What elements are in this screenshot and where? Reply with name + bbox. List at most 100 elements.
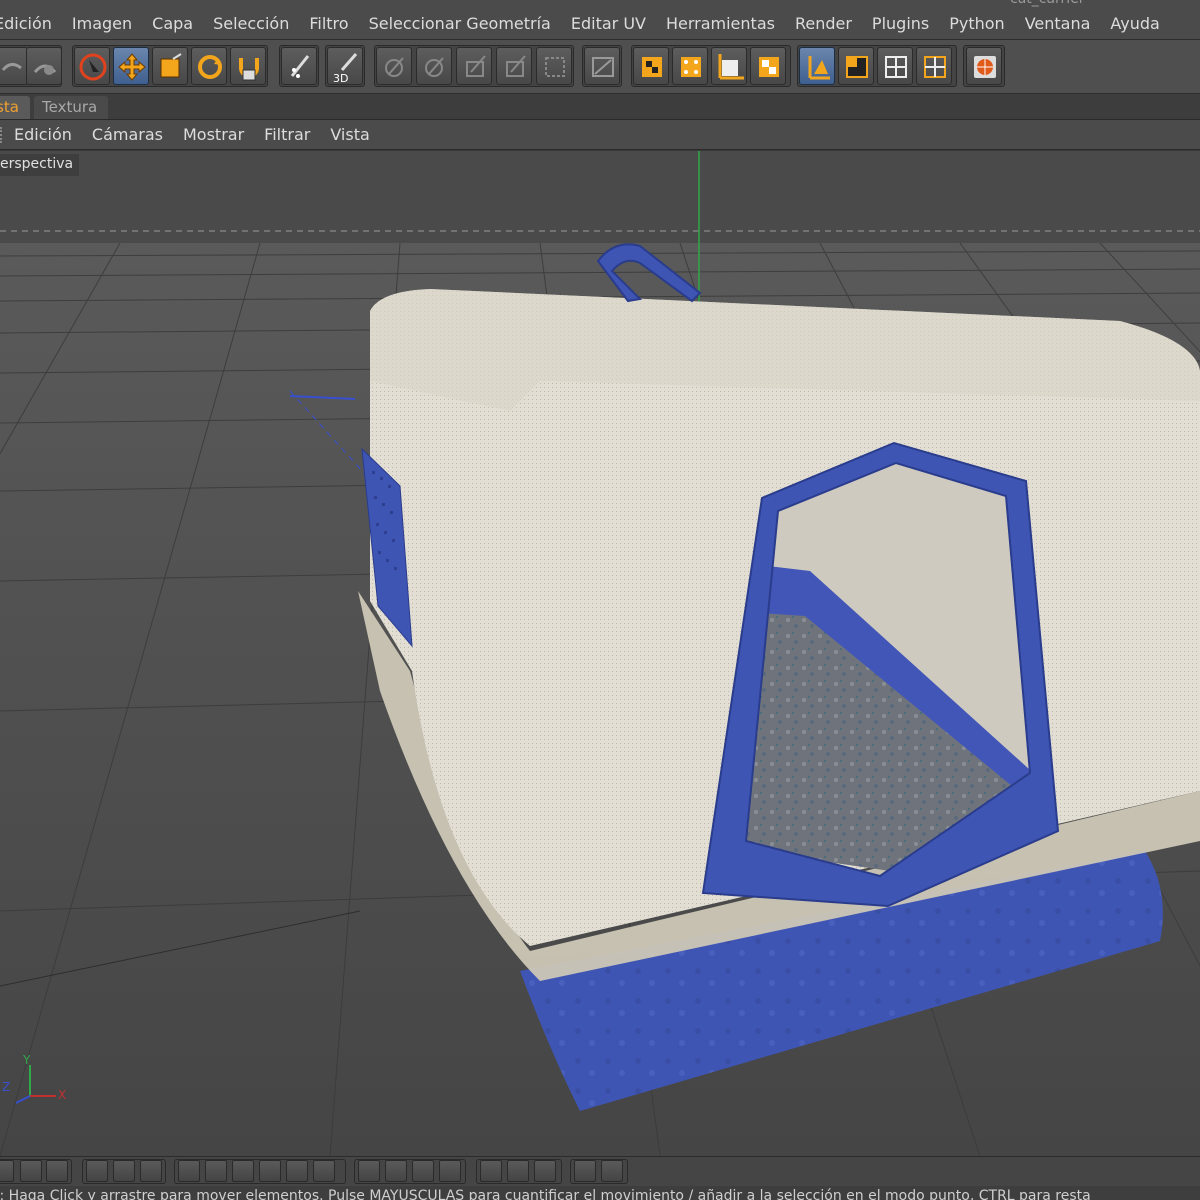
menu-python[interactable]: Python [939, 14, 1014, 33]
texture-axis-icon [239, 58, 259, 81]
uv-points-icon [718, 54, 744, 80]
bottom-tool-19-button[interactable] [534, 1160, 556, 1182]
viewport-menu-vista[interactable]: Vista [320, 125, 379, 144]
menu-ayuda[interactable]: Ayuda [1100, 14, 1169, 33]
window-title-bar: cat_carrier [0, 0, 1200, 8]
render-view-icon [974, 56, 996, 78]
texture-axis-button[interactable] [230, 47, 266, 85]
bottom-tool-7-button[interactable] [178, 1160, 200, 1182]
viewport-menu-camaras[interactable]: Cámaras [82, 125, 173, 144]
live-selection-button[interactable] [74, 47, 110, 85]
bottom-tool-5-button[interactable] [113, 1160, 135, 1182]
render-view-button[interactable] [966, 47, 1002, 85]
menu-ventana[interactable]: Ventana [1015, 14, 1101, 33]
rotate-button[interactable] [191, 47, 227, 85]
bottom-tool-9-button[interactable] [232, 1160, 254, 1182]
axis-x-label: X [58, 1088, 66, 1102]
bottom-tool-13-button[interactable] [358, 1160, 380, 1182]
bottom-tool-8-button[interactable] [205, 1160, 227, 1182]
viewport-menubar: Edición Cámaras Mostrar Filtrar Vista [0, 120, 1200, 150]
paint-3d-icon: 3D [333, 53, 358, 85]
brush-preset-2-button[interactable] [416, 47, 452, 85]
viewport-camera-label[interactable]: erspectiva [0, 154, 80, 176]
viewport-menu-filtrar[interactable]: Filtrar [254, 125, 320, 144]
bottom-tool-11-button[interactable] [286, 1160, 308, 1182]
checkerboard-icon [759, 57, 779, 77]
brush-icon [290, 55, 310, 78]
menu-herramientas[interactable]: Herramientas [656, 14, 785, 33]
scale-button[interactable] [152, 47, 188, 85]
bottom-tool-20-button[interactable] [574, 1160, 596, 1182]
status-bar: r: Haga Click y arrastre para mover elem… [0, 1186, 1200, 1200]
bottom-tool-17-button[interactable] [480, 1160, 502, 1182]
bottom-tool-21-button[interactable] [601, 1160, 623, 1182]
bottom-tool-1-button[interactable] [0, 1160, 14, 1182]
brush-preset-1-icon [385, 57, 404, 77]
bottom-tool-4-button[interactable] [86, 1160, 108, 1182]
bottom-tool-16-button[interactable] [439, 1160, 461, 1182]
paint-3d-button[interactable]: 3D [327, 47, 363, 85]
texture-mode-button[interactable] [633, 47, 669, 85]
tab-vista[interactable]: sta [0, 96, 30, 119]
brush-preset-3-icon [466, 55, 486, 77]
svg-text:3D: 3D [333, 72, 348, 85]
scene-canvas[interactable] [0, 151, 1200, 1156]
brush-preset-4-icon [506, 55, 526, 77]
bottom-tool-18-button[interactable] [507, 1160, 529, 1182]
object-axis-icon [808, 56, 830, 80]
redo-icon [33, 64, 57, 75]
status-text: r: Haga Click y arrastre para mover elem… [0, 1188, 1091, 1200]
axis-z-label: Z [2, 1080, 10, 1094]
perspective-viewport[interactable]: erspectiva Y Z X [0, 151, 1200, 1156]
live-selection-icon [79, 53, 107, 81]
menu-editar-uv[interactable]: Editar UV [561, 14, 656, 33]
texture-mode-icon [642, 57, 662, 77]
menu-seleccion[interactable]: Selección [203, 14, 299, 33]
undo-icon [1, 63, 22, 71]
viewport-layout-3-icon [924, 56, 946, 78]
layer-mask-icon [592, 57, 614, 77]
menu-imagen[interactable]: Imagen [62, 14, 142, 33]
uv-points-button[interactable] [711, 47, 747, 85]
brush-preset-1-button[interactable] [376, 47, 412, 85]
window-title: cat_carrier [1010, 0, 1085, 7]
tab-textura[interactable]: Textura [34, 96, 108, 119]
brush-preset-2-icon [425, 57, 444, 77]
menu-plugins[interactable]: Plugins [862, 14, 939, 33]
bottom-tool-14-button[interactable] [385, 1160, 407, 1182]
bottom-tool-10-button[interactable] [259, 1160, 281, 1182]
menu-seleccionar-geometria[interactable]: Seleccionar Geometría [359, 14, 561, 33]
checkerboard-button[interactable] [750, 47, 786, 85]
brush-preset-3-button[interactable] [456, 47, 492, 85]
viewport-layout-3-button[interactable] [916, 47, 952, 85]
move-button[interactable] [113, 47, 149, 85]
bottom-tool-2-button[interactable] [20, 1160, 42, 1182]
brush-preset-4-button[interactable] [496, 47, 532, 85]
layer-mask-button[interactable] [584, 47, 620, 85]
menu-capa[interactable]: Capa [142, 14, 203, 33]
redo-button[interactable] [26, 47, 62, 85]
viewport-layout-2-button[interactable] [877, 47, 913, 85]
menu-filtro[interactable]: Filtro [299, 14, 358, 33]
main-toolbar: 3D [0, 40, 1200, 94]
object-axis-button[interactable] [799, 47, 835, 85]
menu-render[interactable]: Render [785, 14, 862, 33]
brush-preset-5-icon [545, 57, 565, 77]
axis-gizmo: Y Z X [2, 1053, 66, 1104]
uv-checker-icon [681, 57, 701, 77]
viewport-menu-mostrar[interactable]: Mostrar [173, 125, 254, 144]
menu-edicion[interactable]: Edición [0, 14, 62, 33]
bottom-tool-6-button[interactable] [140, 1160, 162, 1182]
undo-button[interactable] [0, 47, 28, 85]
uv-checker-button[interactable] [672, 47, 708, 85]
viewport-layout-2-icon [885, 56, 907, 78]
bottom-tool-15-button[interactable] [412, 1160, 434, 1182]
bottom-tool-12-button[interactable] [313, 1160, 335, 1182]
viewport-layout-1-button[interactable] [838, 47, 874, 85]
rotate-icon [198, 55, 222, 79]
viewport-menu-edicion[interactable]: Edición [4, 125, 82, 144]
brush-preset-5-button[interactable] [536, 47, 572, 85]
bottom-toolbar [0, 1156, 1200, 1186]
bottom-tool-3-button[interactable] [46, 1160, 68, 1182]
brush-button[interactable] [281, 47, 317, 85]
